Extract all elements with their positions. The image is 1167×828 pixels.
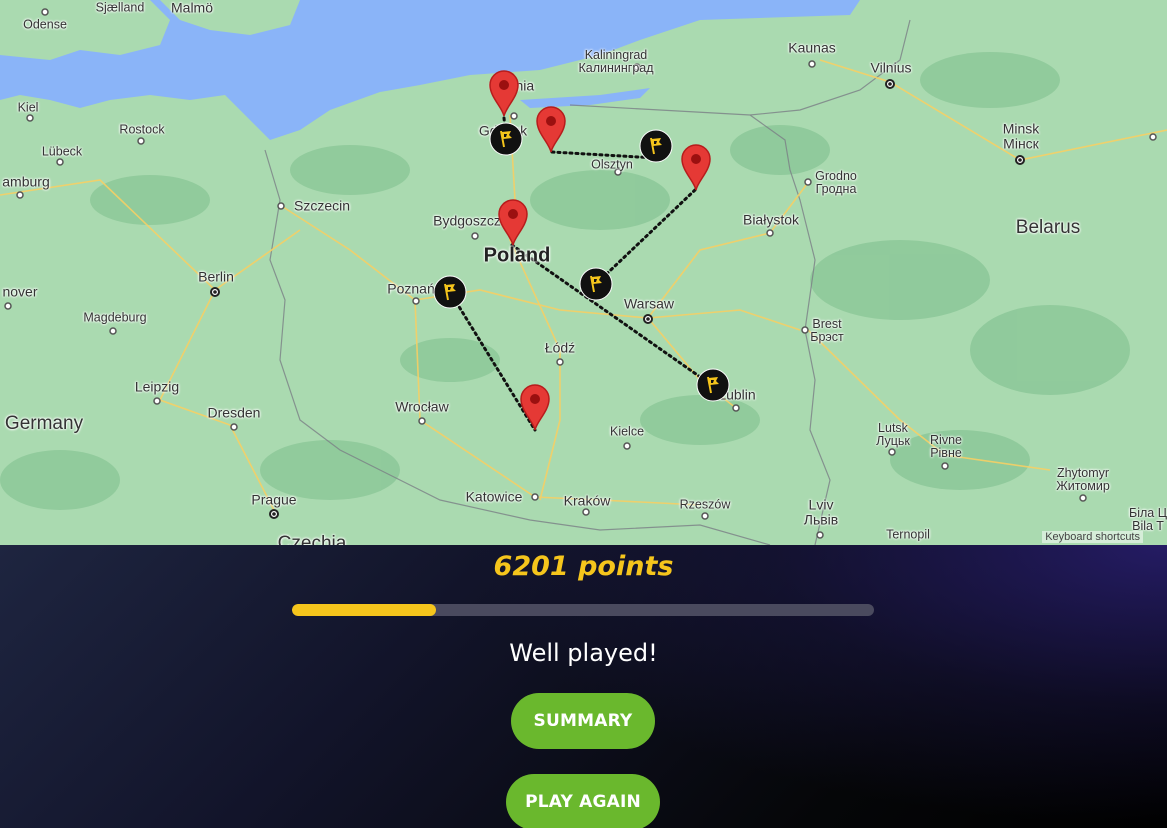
map-label-olsztyn: Olsztyn <box>591 157 633 172</box>
result-message: Well played! <box>509 639 658 667</box>
map-label-minsk: Minsk Мінск <box>1002 120 1040 151</box>
map-label-lutsk: Lutsk Луцьк <box>876 420 910 448</box>
score-progress-bar <box>292 604 874 616</box>
map-pin-icon[interactable] <box>488 69 520 117</box>
map-label-kaliningrad: Kaliningrad Калининград <box>578 47 654 75</box>
map-label-berlin: Berlin <box>198 268 234 285</box>
map-label-dresden: Dresden <box>207 404 261 421</box>
map-label-belarus: Belarus <box>1015 217 1081 239</box>
score-progress-fill <box>292 604 437 616</box>
map-label-kiel: Kiel <box>17 100 39 115</box>
map-label-prague: Prague <box>251 491 297 508</box>
play-again-button[interactable]: PLAY AGAIN <box>506 774 660 828</box>
map-label-vilnius: Vilnius <box>870 59 912 76</box>
map-label-rzeszow: Rzeszów <box>679 497 731 512</box>
flag-marker-icon[interactable] <box>639 129 673 163</box>
map-label-poznan: Poznań <box>387 280 435 297</box>
map-label-kaunas: Kaunas <box>788 39 836 56</box>
map-label-warsaw: Warsaw <box>623 295 675 312</box>
map-pin-icon[interactable] <box>680 143 712 191</box>
map-label-brest: Brest Брэст <box>810 316 844 344</box>
map-label-rostock: Rostock <box>119 122 165 137</box>
map-label-kielce: Kielce <box>609 424 645 439</box>
map-label-rivne: Rivne Рівне <box>930 432 962 460</box>
map-pin-icon[interactable] <box>497 198 529 246</box>
result-panel: 6201 points Well played! SUMMARY PLAY AG… <box>0 545 1167 828</box>
map-label-zhytomyr: Zhytomyr Житомир <box>1056 465 1110 493</box>
map-label-poland: Poland <box>483 244 551 267</box>
map-label-malmo: Malmö <box>170 0 214 16</box>
map-label-hanover: nover <box>2 283 38 300</box>
map-label-lubeck: Lübeck <box>41 144 83 159</box>
map-view[interactable]: Odense Sjælland Malmö Kiel Rostock Lübeck ambu… <box>0 0 1167 545</box>
summary-button[interactable]: SUMMARY <box>511 693 655 749</box>
map-label-krakow: Kraków <box>563 492 611 509</box>
flag-marker-icon[interactable] <box>579 267 613 301</box>
keyboard-shortcuts-link[interactable]: Keyboard shortcuts <box>1042 531 1143 543</box>
flag-marker-icon[interactable] <box>433 275 467 309</box>
map-label-magdeburg: Magdeburg <box>83 310 147 325</box>
map-label-bydgoszcz: Bydgoszcz <box>433 212 501 229</box>
map-label-grodno: Grodno Гродна <box>815 168 857 196</box>
map-pin-icon[interactable] <box>519 383 551 431</box>
map-pin-icon[interactable] <box>535 105 567 153</box>
map-label-czechia: Czechia <box>277 533 347 545</box>
map-label-leipzig: Leipzig <box>134 378 180 395</box>
score-text: 6201 points <box>493 551 674 582</box>
map-label-odense: Odense <box>23 17 67 32</box>
map-label-katowice: Katowice <box>465 488 523 505</box>
flag-marker-icon[interactable] <box>489 122 523 156</box>
map-label-lviv: Lviv Львів <box>803 496 839 527</box>
flag-marker-icon[interactable] <box>696 368 730 402</box>
map-label-wroclaw: Wrocław <box>395 398 449 415</box>
map-label-lodz: Łódź <box>544 339 576 356</box>
map-label-szczecin: Szczecin <box>293 197 351 214</box>
map-label-hamburg: amburg <box>2 173 50 190</box>
map-label-bila: Біла Ц Bila T <box>1129 505 1167 533</box>
map-label-germany: Germany <box>4 413 84 435</box>
map-label-sjaelland: Sjælland <box>95 0 145 15</box>
map-label-ternopil: Ternopil <box>886 527 930 542</box>
map-label-bialystok: Białystok <box>742 211 800 228</box>
